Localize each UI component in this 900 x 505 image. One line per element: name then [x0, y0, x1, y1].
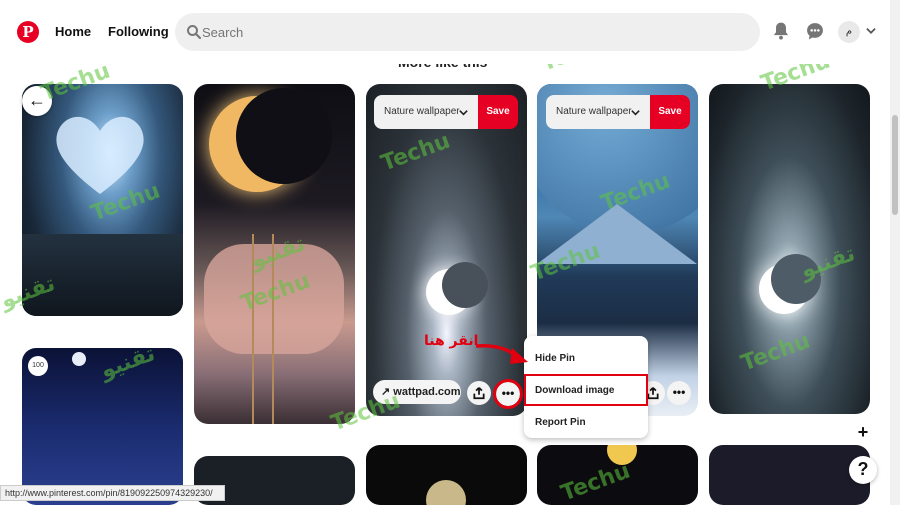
source-link[interactable]: ↗ wattpad.com	[373, 380, 461, 404]
menu-download-image[interactable]: Download image	[535, 385, 614, 396]
search-icon	[187, 25, 202, 40]
pin-heart-moon-forest[interactable]	[22, 84, 183, 316]
share-icon	[647, 387, 659, 400]
click-here-annotation: انقر هنا	[424, 333, 479, 349]
back-button[interactable]: ←	[22, 86, 52, 116]
full-moon	[426, 480, 466, 505]
search-bar[interactable]	[175, 13, 760, 51]
messages-icon[interactable]	[805, 21, 825, 41]
pin-golden-crescent[interactable]	[537, 445, 698, 505]
chevron-down-icon	[631, 110, 640, 116]
board-label: Nature wallpaper	[384, 106, 460, 117]
ladder	[252, 234, 274, 424]
share-button[interactable]	[467, 381, 491, 405]
help-button[interactable]: ?	[849, 456, 877, 484]
menu-report-pin[interactable]: Report Pin	[535, 417, 586, 428]
score-badge: 100	[28, 356, 48, 376]
share-icon	[473, 387, 485, 400]
nav-following[interactable]: Following	[108, 24, 169, 39]
cloud	[204, 244, 344, 354]
pin-full-moon[interactable]	[366, 445, 527, 505]
top-bar: P Home Following م	[0, 0, 890, 64]
pin-options-menu: Hide Pin Download image Report Pin	[524, 336, 648, 438]
more-options-button-2[interactable]: •••	[667, 381, 691, 405]
highlight-ring	[493, 379, 523, 409]
nav-home[interactable]: Home	[55, 24, 91, 39]
bridge-silhouette	[22, 234, 183, 316]
page-scrollbar[interactable]	[890, 0, 900, 505]
annotation-arrow	[475, 343, 528, 364]
chevron-down-icon[interactable]	[864, 24, 878, 38]
moon-cut	[771, 254, 821, 304]
board-label: Nature wallpaper	[556, 106, 632, 117]
save-button-2[interactable]: Save	[650, 95, 690, 129]
board-select-2[interactable]: Nature wallpaper	[546, 95, 650, 129]
source-label: wattpad.com	[393, 386, 461, 398]
status-bar-url: http://www.pinterest.com/pin/81909225097…	[0, 485, 225, 501]
moon-shadow	[236, 88, 332, 184]
moon	[72, 352, 86, 366]
search-input[interactable]	[202, 22, 702, 42]
scrollbar-thumb[interactable]	[892, 115, 898, 215]
add-button[interactable]: +	[849, 419, 877, 447]
pin-purple-night[interactable]	[709, 445, 870, 505]
profile-avatar[interactable]: م	[838, 21, 860, 43]
board-select-1[interactable]: Nature wallpaper	[374, 95, 478, 129]
pin-crescent-moon-ladder[interactable]	[194, 84, 355, 424]
pin-misty-forest-moon[interactable]	[709, 84, 870, 414]
pinterest-logo[interactable]: P	[17, 21, 39, 43]
chevron-down-icon	[459, 110, 468, 116]
heart-moon-art	[56, 116, 144, 194]
menu-hide-pin[interactable]: Hide Pin	[535, 353, 575, 364]
notifications-bell-icon[interactable]	[771, 21, 791, 41]
mountain	[537, 204, 697, 264]
save-button-1[interactable]: Save	[478, 95, 518, 129]
moon-cut	[442, 262, 488, 308]
crescent-moon	[607, 445, 637, 465]
link-arrow-icon: ↗	[381, 386, 391, 398]
